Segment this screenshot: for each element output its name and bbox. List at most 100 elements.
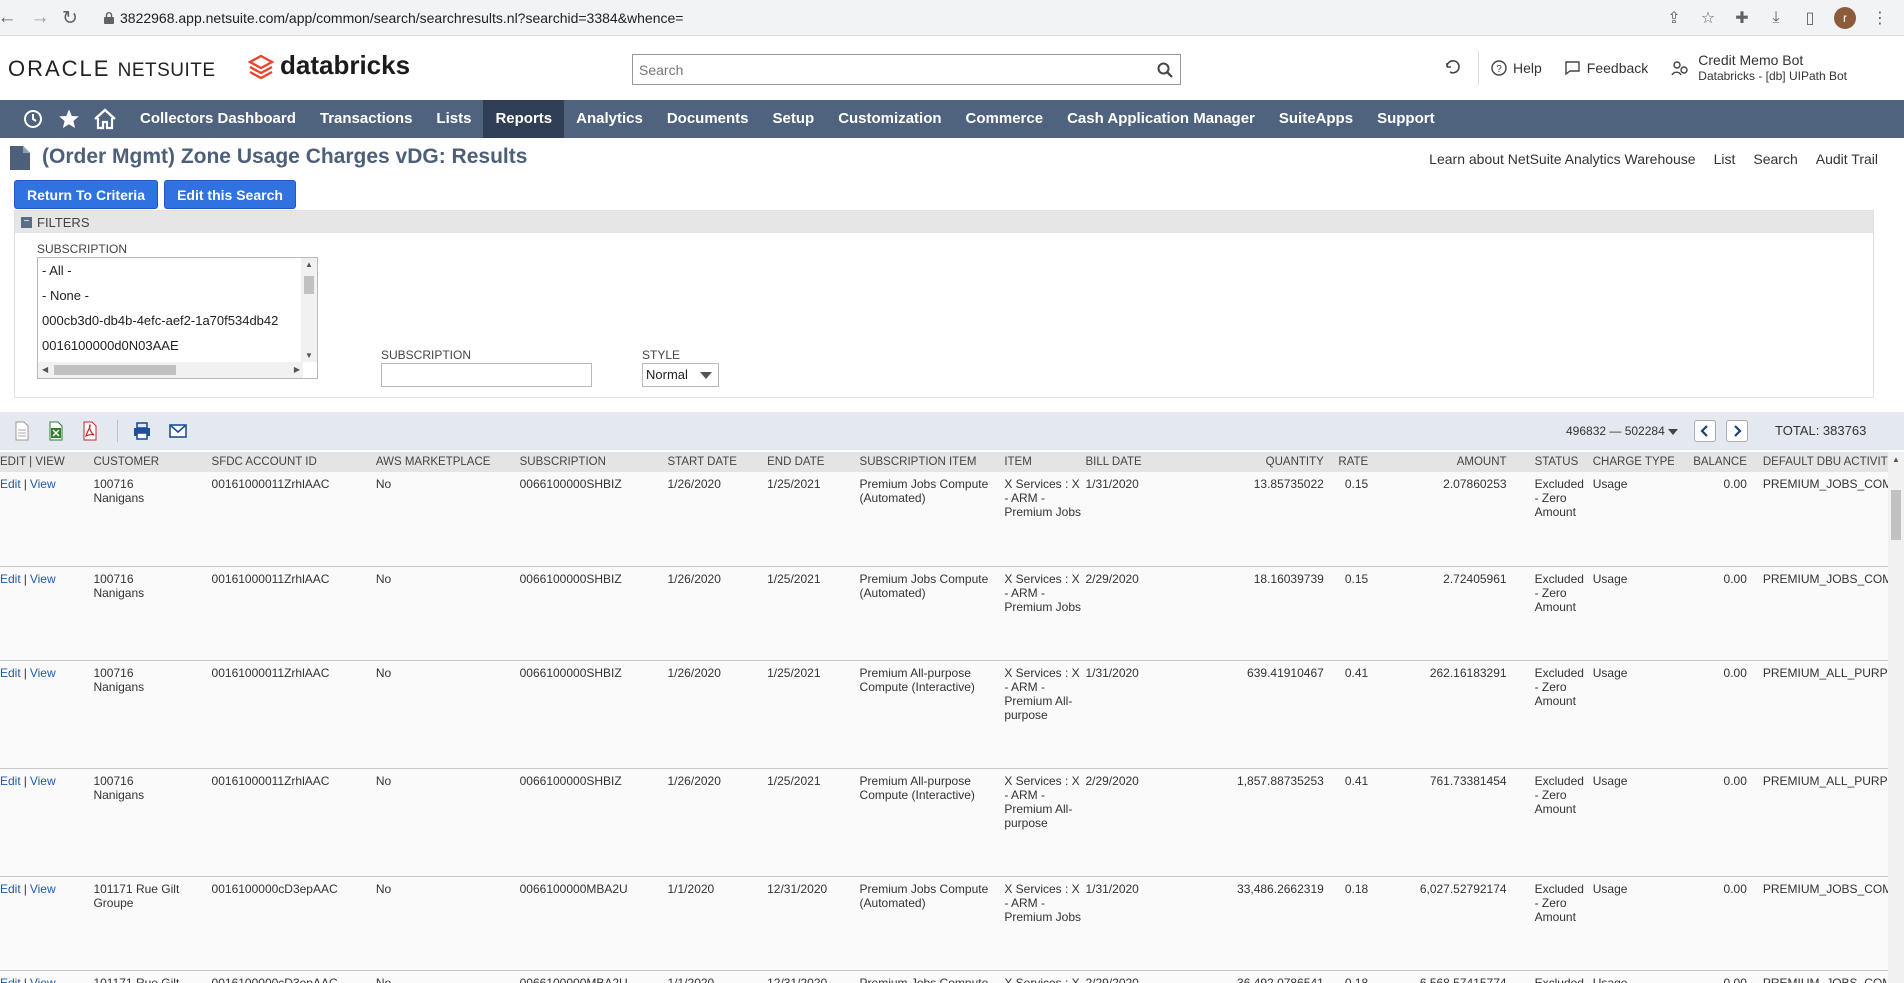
list-item[interactable]: 000cb3d0-db4b-4efc-aef2-1a70f534db42 xyxy=(38,308,317,333)
audit-trail-link[interactable]: Audit Trail xyxy=(1816,151,1878,167)
cell-end-date: 12/31/2020 xyxy=(767,876,860,971)
column-header-item[interactable]: ITEM xyxy=(1004,452,1086,472)
column-header-start-date[interactable]: START DATE xyxy=(667,452,768,472)
list-item[interactable]: - None - xyxy=(38,283,317,308)
search-icon[interactable] xyxy=(1150,62,1180,78)
style-select[interactable]: Normal xyxy=(642,363,719,387)
next-page-button[interactable] xyxy=(1726,420,1748,442)
view-link[interactable]: View xyxy=(30,666,56,680)
column-header-charge-type[interactable]: CHARGE TYPE xyxy=(1592,452,1674,472)
view-link[interactable]: View xyxy=(30,976,56,983)
nav-suiteapps[interactable]: SuiteApps xyxy=(1267,100,1365,138)
extensions-icon[interactable]: ✚ xyxy=(1732,8,1752,28)
column-header-quantity[interactable]: QUANTITY xyxy=(1176,452,1328,472)
home-icon[interactable] xyxy=(90,100,120,138)
recent-icon[interactable] xyxy=(18,100,48,138)
nav-setup[interactable]: Setup xyxy=(761,100,827,138)
collapse-icon[interactable]: − xyxy=(21,216,32,228)
share-icon[interactable]: ⇪ xyxy=(1664,8,1684,28)
column-header-status[interactable]: STATUS xyxy=(1510,452,1593,472)
scroll-left-icon[interactable]: ◀ xyxy=(42,365,48,374)
column-header-subscription[interactable]: SUBSCRIPTION xyxy=(519,452,668,472)
sidepanel-icon[interactable]: ▯ xyxy=(1800,8,1820,28)
return-to-criteria-button[interactable]: Return To Criteria xyxy=(14,180,158,209)
address-bar[interactable]: 3822968.app.netsuite.com/app/common/sear… xyxy=(96,4,1904,32)
edit-link[interactable]: Edit xyxy=(0,882,21,896)
column-header-aws-marketplace[interactable]: AWS MARKETPLACE xyxy=(375,452,520,472)
edit-link[interactable]: Edit xyxy=(0,976,21,983)
scroll-thumb[interactable] xyxy=(1891,490,1901,540)
edit-search-button[interactable]: Edit this Search xyxy=(164,180,296,209)
column-header-edit-view[interactable]: EDIT | VIEW xyxy=(0,452,94,472)
print-icon[interactable] xyxy=(132,421,152,441)
edit-link[interactable]: Edit xyxy=(0,477,21,491)
scroll-thumb[interactable] xyxy=(304,276,314,294)
previous-page-button[interactable] xyxy=(1694,420,1716,442)
table-vertical-scrollbar[interactable]: ▲ xyxy=(1888,452,1904,983)
download-icon[interactable]: ⤓ xyxy=(1766,8,1786,28)
nav-customization[interactable]: Customization xyxy=(826,100,953,138)
scroll-up-icon[interactable]: ▲ xyxy=(305,260,313,269)
nav-cash-application-manager[interactable]: Cash Application Manager xyxy=(1055,100,1267,138)
export-csv-icon[interactable] xyxy=(12,421,32,441)
search-link[interactable]: Search xyxy=(1753,151,1797,167)
favorites-icon[interactable] xyxy=(54,100,84,138)
nav-transactions[interactable]: Transactions xyxy=(308,100,425,138)
nav-collectors-dashboard[interactable]: Collectors Dashboard xyxy=(128,100,308,138)
nav-lists[interactable]: Lists xyxy=(424,100,483,138)
menu-icon[interactable]: ⋮ xyxy=(1870,8,1890,28)
view-link[interactable]: View xyxy=(30,477,56,491)
listbox-vertical-scrollbar[interactable]: ▲ ▼ xyxy=(301,258,317,362)
column-header-bill-date[interactable]: BILL DATE xyxy=(1085,452,1177,472)
view-link[interactable]: View xyxy=(30,774,56,788)
nav-documents[interactable]: Documents xyxy=(655,100,761,138)
list-link[interactable]: List xyxy=(1714,151,1736,167)
nav-support[interactable]: Support xyxy=(1365,100,1447,138)
feedback-link[interactable]: Feedback xyxy=(1564,60,1648,76)
scroll-thumb[interactable] xyxy=(54,365,176,375)
list-item[interactable]: 0016100000d0N03AAE xyxy=(38,333,317,358)
cell-balance: 0.00 xyxy=(1673,472,1751,567)
back-icon[interactable]: ← xyxy=(0,5,20,31)
scroll-right-icon[interactable]: ▶ xyxy=(294,365,300,374)
nav-reports[interactable]: Reports xyxy=(483,100,565,138)
help-link[interactable]: ? Help xyxy=(1491,60,1542,76)
oracle-netsuite-logo[interactable]: ORACLE NETSUITE xyxy=(8,56,216,82)
scroll-up-icon[interactable]: ▲ xyxy=(1892,455,1900,464)
scroll-down-icon[interactable]: ▼ xyxy=(305,351,313,360)
edit-link[interactable]: Edit xyxy=(0,572,21,586)
reload-icon[interactable]: ↻ xyxy=(57,5,83,31)
recent-records-icon[interactable] xyxy=(1444,59,1462,77)
view-link[interactable]: View xyxy=(30,572,56,586)
column-header-amount[interactable]: AMOUNT xyxy=(1382,452,1511,472)
edit-link[interactable]: Edit xyxy=(0,666,21,680)
subscription-input[interactable] xyxy=(381,363,592,387)
page-range-select[interactable]: 496832 — 502284 xyxy=(1566,424,1678,438)
user-menu[interactable]: Credit Memo Bot Databricks - [db] UIPath… xyxy=(1670,52,1847,84)
export-pdf-icon[interactable] xyxy=(80,421,100,441)
column-header-end-date[interactable]: END DATE xyxy=(767,452,860,472)
cell-charge-type: Usage xyxy=(1592,660,1674,769)
forward-icon[interactable]: → xyxy=(27,5,53,31)
column-header-default-dbu-activity-type[interactable]: DEFAULT DBU ACTIVITY TYPE xyxy=(1750,452,1904,472)
star-icon[interactable]: ☆ xyxy=(1698,8,1718,28)
column-header-sfdc-account-id[interactable]: SFDC ACCOUNT ID xyxy=(211,452,376,472)
global-search-input[interactable] xyxy=(633,55,1150,84)
column-header-customer[interactable]: CUSTOMER xyxy=(93,452,212,472)
list-item[interactable]: - All - xyxy=(38,258,317,283)
export-excel-icon[interactable] xyxy=(46,421,66,441)
column-header-balance[interactable]: BALANCE xyxy=(1673,452,1751,472)
column-header-subscription-item[interactable]: SUBSCRIPTION ITEM xyxy=(859,452,1005,472)
profile-avatar[interactable]: r xyxy=(1834,7,1856,29)
cell-customer: 100716 Nanigans xyxy=(93,472,212,567)
column-header-rate[interactable]: RATE xyxy=(1327,452,1383,472)
analytics-warehouse-link[interactable]: Learn about NetSuite Analytics Warehouse xyxy=(1429,151,1695,167)
filters-header[interactable]: − FILTERS xyxy=(15,211,1873,233)
edit-link[interactable]: Edit xyxy=(0,774,21,788)
nav-analytics[interactable]: Analytics xyxy=(564,100,655,138)
email-icon[interactable] xyxy=(168,421,188,441)
nav-commerce[interactable]: Commerce xyxy=(954,100,1056,138)
view-link[interactable]: View xyxy=(30,882,56,896)
listbox-horizontal-scrollbar[interactable]: ◀ ▶ xyxy=(38,362,303,378)
subscription-listbox[interactable]: - All - - None - 000cb3d0-db4b-4efc-aef2… xyxy=(37,257,318,379)
